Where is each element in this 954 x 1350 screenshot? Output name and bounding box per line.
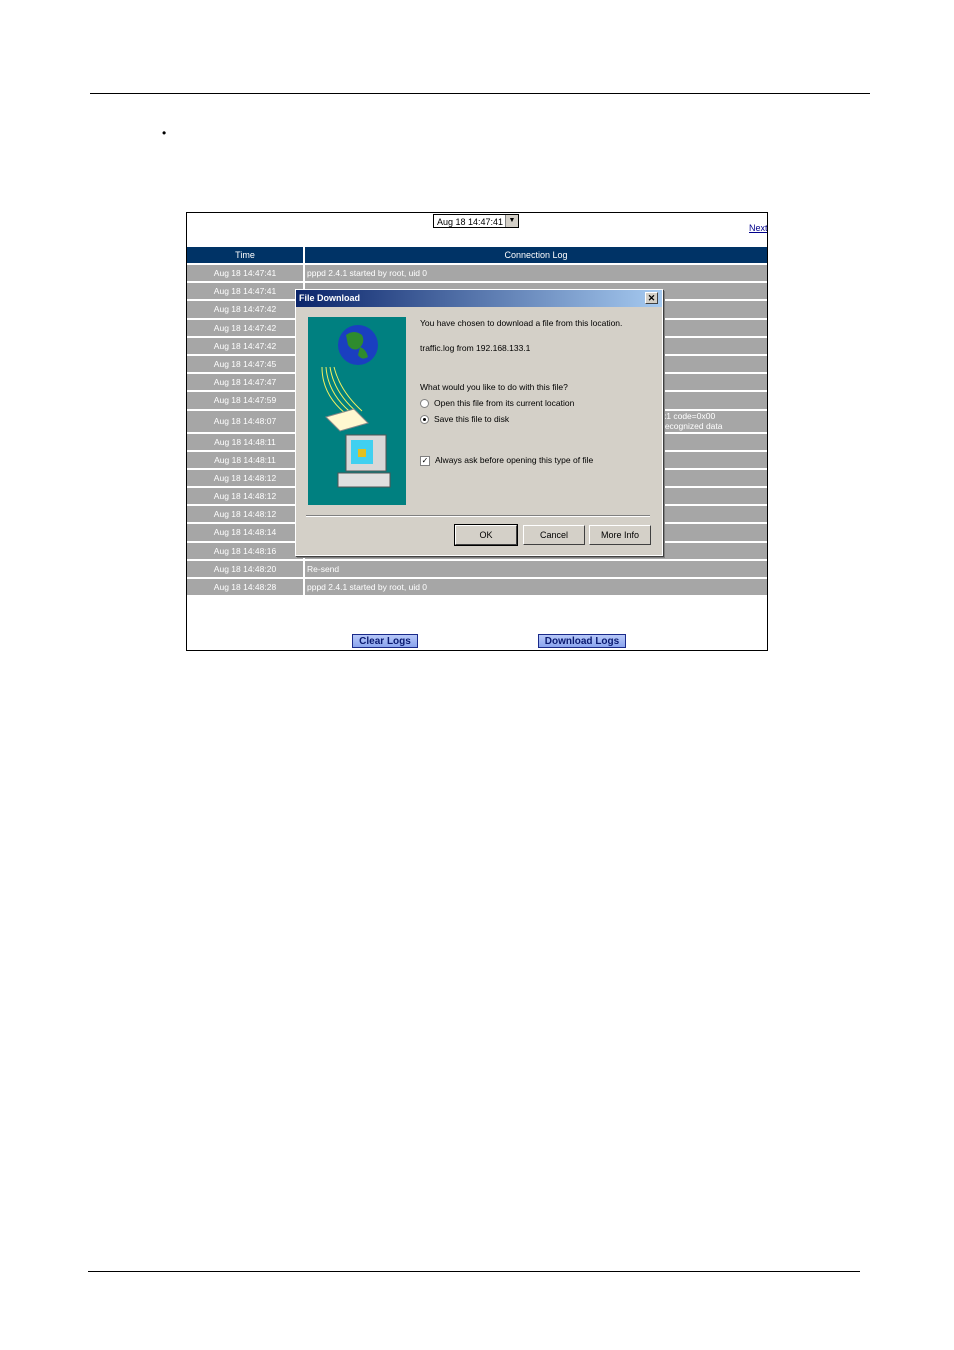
column-header-log: Connection Log <box>305 247 767 263</box>
always-ask-option[interactable]: ✓ Always ask before opening this type of … <box>420 455 593 466</box>
footer-rule <box>88 1271 860 1272</box>
date-select[interactable]: Aug 18 14:47:41 ▼ <box>433 214 519 228</box>
log-time: Aug 18 14:47:41 <box>187 265 303 282</box>
log-time: Aug 18 14:48:20 <box>187 560 303 577</box>
option-save-label: Save this file to disk <box>434 414 510 424</box>
table-header: Time Connection Log <box>187 247 767 263</box>
radio-save[interactable] <box>420 415 429 425</box>
dialog-title: File Download <box>299 293 361 303</box>
log-time: Aug 18 14:48:12 <box>187 488 303 505</box>
connection-log-screenshot: Aug 18 14:47:41 ▼ Next Time Connection L… <box>186 212 768 651</box>
file-source: traffic.log from 192.168.133.1 <box>420 343 531 353</box>
lock-icon <box>358 449 366 457</box>
log-time: Aug 18 14:48:16 <box>187 542 303 559</box>
log-time: Aug 18 14:48:12 <box>187 469 303 487</box>
file-download-dialog: File Download ✕ You have chosen to downl… <box>295 289 663 556</box>
log-time: Aug 18 14:47:42 <box>187 337 303 354</box>
dialog-titlebar[interactable]: File Download ✕ <box>296 290 662 307</box>
always-ask-label: Always ask before opening this type of f… <box>435 455 594 465</box>
dialog-message: You have chosen to download a file from … <box>420 318 623 328</box>
log-time: Aug 18 14:48:11 <box>187 433 303 450</box>
table-row: Aug 18 14:47:41 pppd 2.4.1 started by roo… <box>187 265 767 282</box>
column-header-time: Time <box>187 247 303 263</box>
log-time: Aug 18 14:48:07 <box>187 410 303 432</box>
close-icon[interactable]: ✕ <box>645 292 658 304</box>
option-open[interactable]: Open this file from its current location <box>420 398 575 409</box>
log-message: Re-send <box>305 560 767 577</box>
bullet-point: • <box>162 126 167 140</box>
ok-button[interactable]: OK <box>454 524 518 546</box>
download-illustration <box>308 317 406 505</box>
log-time: Aug 18 14:48:11 <box>187 451 303 468</box>
dialog-separator <box>306 515 650 517</box>
log-time: Aug 18 14:48:28 <box>187 579 303 596</box>
option-open-label: Open this file from its current location <box>434 398 575 408</box>
clear-logs-button[interactable]: Clear Logs <box>352 634 418 648</box>
log-time: Aug 18 14:47:41 <box>187 283 303 300</box>
chevron-down-icon[interactable]: ▼ <box>505 215 518 227</box>
option-save[interactable]: Save this file to disk <box>420 414 510 425</box>
cancel-button[interactable]: Cancel <box>523 525 585 545</box>
table-row: Aug 18 14:48:28 pppd 2.4.1 started by roo… <box>187 579 767 596</box>
always-ask-checkbox[interactable]: ✓ <box>420 455 430 466</box>
document-icon <box>325 408 369 432</box>
log-time: Aug 18 14:47:59 <box>187 392 303 409</box>
radio-open[interactable] <box>420 399 429 409</box>
log-message: pppd 2.4.1 started by root, uid 0 <box>305 265 767 282</box>
next-link[interactable]: Next <box>749 223 767 233</box>
dialog-question: What would you like to do with this file… <box>420 382 568 392</box>
log-time: Aug 18 14:47:42 <box>187 301 303 318</box>
log-message: pppd 2.4.1 started by root, uid 0 <box>305 579 767 596</box>
date-select-value: Aug 18 14:47:41 <box>437 217 504 227</box>
log-line-2: recognized data <box>662 420 723 431</box>
more-info-button[interactable]: More Info <box>589 525 651 545</box>
log-time: Aug 18 14:47:45 <box>187 355 303 373</box>
log-time: Aug 18 14:48:12 <box>187 506 303 523</box>
log-line-1: x1 code=0x00 <box>662 410 716 421</box>
header-rule <box>90 93 870 94</box>
log-time: Aug 18 14:47:42 <box>187 319 303 336</box>
table-row: Aug 18 14:48:20 Re-send <box>187 560 767 577</box>
download-logs-button[interactable]: Download Logs <box>538 634 626 648</box>
log-time: Aug 18 14:48:14 <box>187 524 303 541</box>
log-time: Aug 18 14:47:47 <box>187 374 303 391</box>
